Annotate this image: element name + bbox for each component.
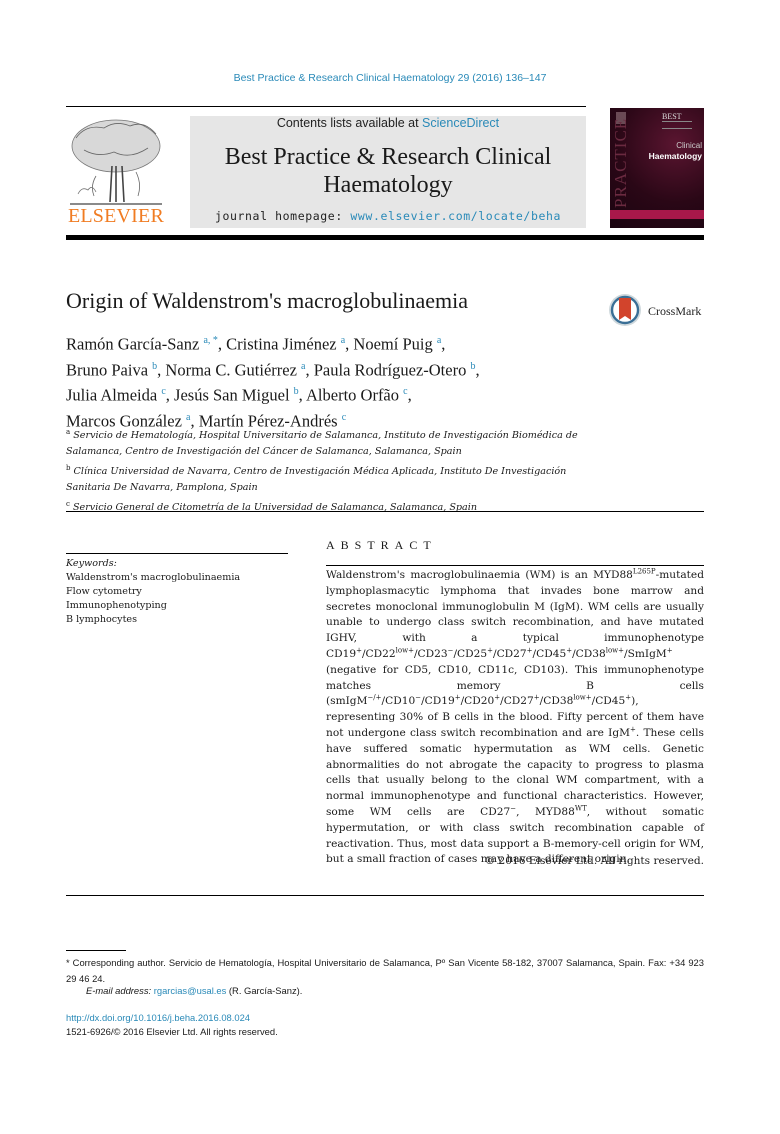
abstract-superscript: + [666,646,673,655]
homepage-line: journal homepage: www.elsevier.com/locat… [190,209,586,223]
keywords-rule [66,553,288,554]
keywords-block: Keywords: Waldenstrom's macroglobulinaem… [66,557,288,627]
author-separator: , [217,334,227,354]
email-link[interactable]: rgarcias@usal.es [154,985,227,996]
keywords-label: Keywords: [66,558,117,569]
author-separator: , [475,360,480,379]
abstract-text-run: Waldenstrom's macroglobulinaemia (WM) is… [326,569,633,581]
affiliations: a Servicio de Hematología, Hospital Univ… [66,424,586,517]
contents-prefix: Contents lists available at [276,116,423,130]
abstract-rule [326,565,704,566]
abstract-text-run: /CD27 [493,647,527,660]
cover-band [610,210,704,219]
elsevier-wordmark: ELSEVIER [67,205,165,227]
abstract-text-run: /CD22 [361,647,396,660]
email-suffix: (R. García-Sanz). [226,985,303,996]
keyword-item: Immunophenotyping [66,600,167,611]
email-line: E-mail address: rgarcias@usal.es (R. Gar… [86,985,302,996]
abstract-text-run: /CD23 [413,647,448,660]
journal-title: Best Practice & Research Clinical Haemat… [224,144,552,198]
author-name[interactable]: Bruno Paiva [66,360,152,379]
issn-copyright: 1521-6926/© 2016 Elsevier Ltd. All right… [66,1026,278,1037]
abstract-text-run: /CD27 [500,695,534,708]
author-name[interactable]: Julia Almeida [66,386,161,405]
abstract-superscript: −/+ [367,693,382,702]
cover-subtitle-lines [662,121,692,129]
abstract-text-run: , MYD88 [516,805,575,818]
cover-best-label: BEST [662,112,682,121]
affiliation-text: Servicio de Hematología, Hospital Univer… [66,430,578,458]
author-name[interactable]: Alberto Orfão [306,386,403,405]
affiliation-marker[interactable]: c [342,412,346,423]
abstract-text-run: /CD10 [381,695,416,708]
journal-homepage-link[interactable]: www.elsevier.com/locate/beha [350,209,561,223]
cover-series-word: PRACTICE [611,117,630,208]
abstract-superscript: low+ [573,693,592,702]
affiliation-item: c Servicio General de Citometría de la U… [66,496,586,516]
abstract-text-run: -mutated lymphoplasmacytic lymphoma that… [326,569,704,660]
author-name[interactable]: Norma C. Gutiérrez [165,360,301,379]
keyword-item: Waldenstrom's macroglobulinaemia [66,572,241,583]
keyword-item: B lymphocytes [66,614,138,625]
author-separator: , [165,385,175,405]
sciencedirect-link[interactable]: ScienceDirect [422,116,499,130]
abstract-superscript: WT [574,804,587,813]
running-head[interactable]: Best Practice & Research Clinical Haemat… [0,72,780,84]
author-name[interactable]: Ramón García-Sanz [66,335,203,354]
affiliation-item: a Servicio de Hematología, Hospital Univ… [66,424,586,460]
cover-clinical-label: Clinical [676,141,702,150]
abstract-text-run: /CD38 [572,647,606,660]
abstract-text: Waldenstrom's macroglobulinaemia (WM) is… [326,568,704,868]
crossmark-label[interactable]: CrossMark [648,304,701,319]
abstract-text-run: /CD19 [421,695,455,708]
cover-haematology-label: Haematology [648,151,702,161]
homepage-prefix: journal homepage: [214,209,351,223]
contents-line: Contents lists available at ScienceDirec… [190,116,586,130]
author-name[interactable]: Cristina Jiménez [226,335,341,354]
keyword-item: Flow cytometry [66,586,142,597]
abstract-heading: ABSTRACT [326,538,437,552]
author-name[interactable]: Paula Rodríguez-Otero [314,360,471,379]
author-separator: , [407,385,412,405]
crossmark-icon[interactable] [607,292,647,328]
footnote-rule [66,950,126,951]
article-title: Origin of Waldenstrom's macroglobulinaem… [66,288,468,313]
author-list: Ramón García-Sanz a, *, Cristina Jiménez… [66,330,606,432]
corresponding-author-note: * Corresponding author. Servicio de Hema… [66,957,704,984]
author-name[interactable]: Noemí Puig [353,335,436,354]
abstract-superscript: L265P [632,567,656,576]
author-separator: , [305,360,314,379]
footer-rule [66,895,704,896]
section-rule [66,511,704,512]
affiliation-item: b Clínica Universidad de Navarra, Centro… [66,460,586,496]
abstract-text-run: /CD38 [539,695,574,708]
abstract-text-run: /SmIgM [624,647,667,660]
email-label: E-mail address: [86,985,152,996]
affiliation-text: Clínica Universidad de Navarra, Centro d… [66,466,567,494]
header-rule [66,106,586,107]
abstract-text-run: /CD20 [460,695,495,708]
author-separator: , [298,385,306,405]
doi-link[interactable]: http://dx.doi.org/10.1016/j.beha.2016.08… [66,1012,250,1023]
abstract-superscript: low+ [395,646,414,655]
affiliation-marker[interactable]: a, * [203,335,217,346]
masthead-thick-rule [66,235,704,240]
abstract-copyright: © 2016 Elsevier Ltd. All rights reserved… [484,855,704,867]
abstract-superscript: low+ [605,646,625,655]
author-name[interactable]: Jesús San Miguel [174,386,294,405]
author-separator: , [441,334,446,354]
abstract-text-run: /CD25 [453,647,488,660]
abstract-text-run: /CD45 [591,695,626,708]
abstract-text-run: /CD45 [532,647,567,660]
